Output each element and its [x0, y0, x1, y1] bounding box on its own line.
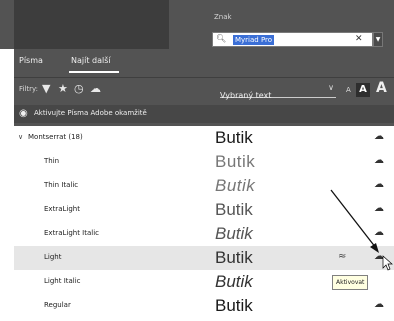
annotation-arrow	[330, 189, 393, 271]
